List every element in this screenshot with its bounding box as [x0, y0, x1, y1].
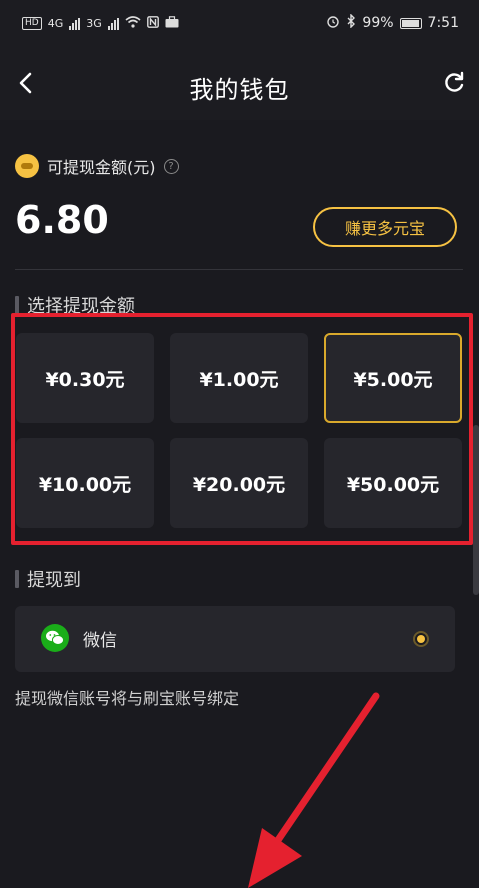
signal-icon — [69, 17, 81, 30]
earn-more-button[interactable]: 赚更多元宝 — [313, 207, 457, 247]
help-icon[interactable]: ? — [163, 158, 179, 174]
status-right: 99% 7:51 — [326, 13, 459, 32]
net-3g-label: 3G — [86, 17, 102, 30]
briefcase-icon — [165, 16, 179, 31]
annotation-arrow-icon — [248, 692, 380, 888]
divider — [15, 269, 463, 270]
wechat-icon — [41, 624, 69, 652]
bluetooth-icon — [346, 13, 356, 32]
status-left: HD 4G 3G — [22, 16, 179, 31]
section-marker — [15, 296, 19, 314]
refresh-icon — [445, 71, 464, 92]
refresh-button[interactable] — [441, 70, 467, 96]
clock-time: 7:51 — [427, 15, 459, 31]
amount-option-1[interactable]: ¥1.00元 — [170, 333, 308, 423]
wifi-icon — [125, 16, 141, 31]
page-title: 我的钱包 — [189, 76, 290, 104]
amount-option-5[interactable]: ¥50.00元 — [324, 438, 462, 528]
hd-badge: HD — [22, 17, 42, 30]
withdraw-section-label: 提现到 — [27, 570, 81, 591]
amount-option-4[interactable]: ¥20.00元 — [170, 438, 308, 528]
nav-bar: 我的钱包 — [0, 50, 479, 120]
net-4g-label: 4G — [47, 17, 64, 30]
radio-selected-icon[interactable] — [413, 631, 429, 647]
alarm-icon — [326, 14, 340, 32]
amount-option-0[interactable]: ¥0.30元 — [16, 333, 154, 423]
battery-percent: 99% — [362, 15, 394, 31]
status-bar: HD 4G 3G 99% 7:51 — [0, 0, 479, 50]
battery-icon — [399, 17, 422, 29]
pay-method-label: 微信 — [83, 631, 117, 651]
withdraw-section-title: 提现到 — [15, 566, 81, 592]
amount-option-3[interactable]: ¥10.00元 — [16, 438, 154, 528]
nfc-icon — [146, 16, 159, 31]
balance-label-row: 可提现金额(元) ? — [15, 154, 179, 178]
balance-label: 可提现金额(元) — [47, 158, 156, 177]
signal-icon-2 — [107, 17, 119, 30]
section-marker — [15, 570, 19, 588]
scrollbar[interactable] — [473, 425, 479, 595]
amount-option-2-selected[interactable]: ¥5.00元 — [324, 333, 462, 423]
balance-amount: 6.80 — [15, 198, 109, 242]
coin-icon — [15, 154, 39, 178]
wechat-pay-option[interactable]: 微信 — [15, 606, 455, 672]
bind-hint-text: 提现微信账号将与刷宝账号绑定 — [15, 689, 240, 708]
